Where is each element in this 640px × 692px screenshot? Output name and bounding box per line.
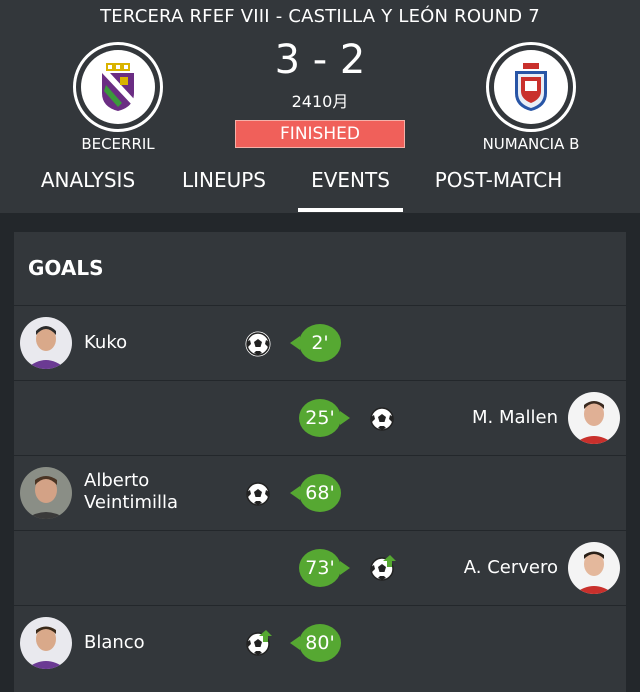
goal-minute-badge: 80' (290, 624, 341, 662)
match-status-badge: FINISHED (235, 120, 405, 148)
soccer-ball-icon (370, 407, 394, 431)
goal-minute-badge: 73' (299, 549, 350, 587)
player-name[interactable]: M. Mallen (472, 407, 558, 429)
player-name[interactable]: Kuko (84, 332, 127, 354)
becerril-crest-icon (102, 63, 134, 111)
player-name[interactable]: Blanco (84, 632, 145, 654)
player-avatar (568, 392, 620, 444)
match-tabs: ANALYSIS LINEUPS EVENTS POST-MATCH (0, 168, 640, 213)
away-team-crest[interactable] (486, 42, 576, 132)
tab-analysis[interactable]: ANALYSIS (38, 168, 138, 213)
tab-lineups[interactable]: LINEUPS (178, 168, 270, 213)
player-avatar (20, 467, 72, 519)
match-score: 3 - 2 (274, 37, 366, 83)
away-team-name[interactable]: NUMANCIA B (451, 135, 611, 153)
player-avatar (20, 617, 72, 669)
tab-events[interactable]: EVENTS (298, 168, 403, 213)
player-name[interactable]: Alberto Veintimilla (84, 470, 178, 514)
goal-minute-badge: 68' (290, 474, 341, 512)
match-header: TERCERA RFEF VIII - CASTILLA Y LEÓN ROUN… (0, 0, 640, 213)
home-team-name[interactable]: BECERRIL (38, 135, 198, 153)
match-date: 2410月 (291, 92, 349, 111)
goal-event-row[interactable]: Kuko 2' (14, 305, 626, 379)
goal-event-row[interactable]: 73' A. Cervero (14, 530, 626, 604)
player-avatar (20, 317, 72, 369)
goal-event-row[interactable]: 25' M. Mallen (14, 380, 626, 454)
player-name[interactable]: A. Cervero (464, 557, 558, 579)
player-avatar (568, 542, 620, 594)
home-team-crest[interactable] (73, 42, 163, 132)
goal-minute-badge: 2' (290, 324, 341, 362)
competition-title: TERCERA RFEF VIII - CASTILLA Y LEÓN ROUN… (100, 6, 540, 27)
soccer-ball-icon (245, 331, 271, 357)
goal-minute-badge: 25' (299, 399, 350, 437)
soccer-ball-assist-icon (370, 555, 396, 581)
goal-event-row[interactable]: Blanco 80' (14, 605, 626, 679)
goals-card: GOALS Kuko 2' 25' M. Mallen Alberto Vein… (14, 232, 626, 692)
tab-post-match[interactable]: POST-MATCH (430, 168, 567, 213)
numancia-crest-icon (515, 63, 547, 111)
goals-section-title: GOALS (28, 256, 104, 280)
soccer-ball-icon (246, 482, 270, 506)
goal-event-row[interactable]: Alberto Veintimilla 68' (14, 455, 626, 529)
soccer-ball-assist-icon (246, 630, 272, 656)
